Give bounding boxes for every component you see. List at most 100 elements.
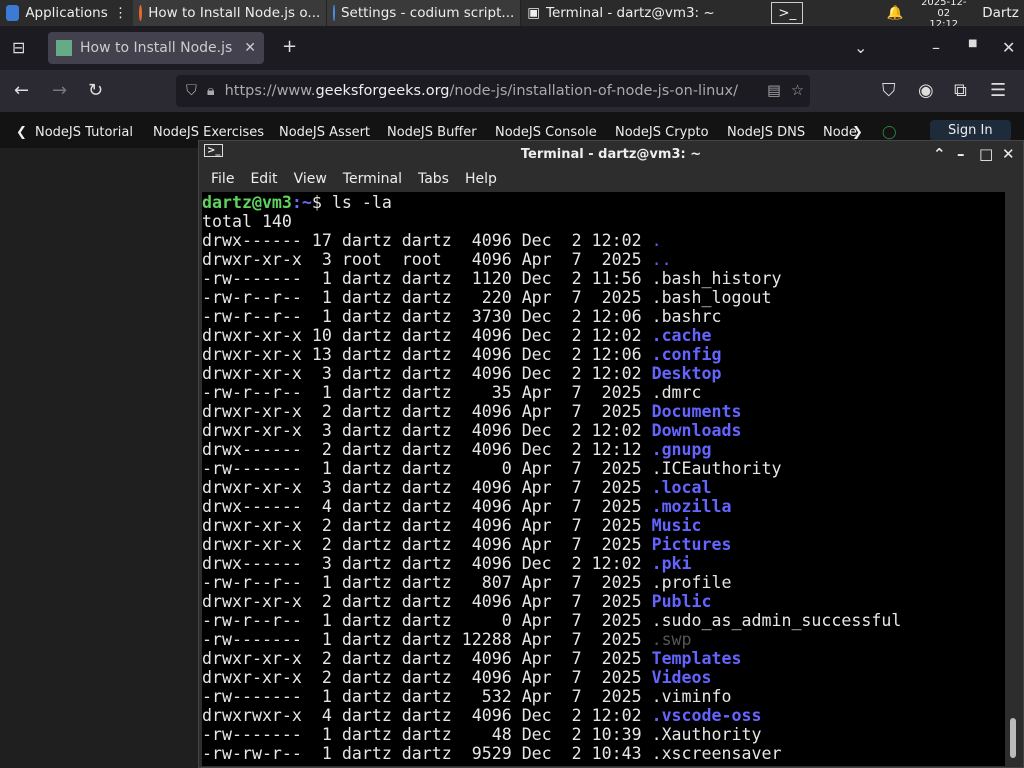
close-tab-icon[interactable]: ✕	[244, 40, 256, 56]
listing-row: drwxr-xr-x 3 dartz dartz 4096 Apr 7 2025…	[202, 478, 1005, 497]
pocket-icon[interactable]: ⛉	[882, 80, 896, 101]
file-attributes: -rw-r--r-- 1 dartz dartz 807 Apr 7 2025	[202, 573, 652, 592]
listing-row: drwxr-xr-x 10 dartz dartz 4096 Dec 2 12:…	[202, 326, 1005, 345]
file-name: .cache	[651, 326, 712, 345]
applications-label: Applications	[25, 5, 108, 21]
terminal-titlebar[interactable]: >_ Terminal - dartz@vm3: ~ ⌃ – □ ✕	[199, 141, 1023, 167]
site-nav-link[interactable]: NodeJS Tutorial	[35, 125, 133, 140]
tab-list-icon[interactable]: ⊟	[12, 38, 25, 57]
terminal-window: >_ Terminal - dartz@vm3: ~ ⌃ – □ ✕ File …	[198, 140, 1024, 768]
menu-view[interactable]: View	[286, 171, 335, 187]
file-attributes: drwx------ 17 dartz dartz 4096 Dec 2 12:…	[202, 231, 652, 250]
listing-row: -rw-r--r-- 1 dartz dartz 35 Apr 7 2025 .…	[202, 383, 1005, 402]
command: ls -la	[331, 193, 392, 212]
url-bar[interactable]: ⛉ 🔒︎ https://www.geeksforgeeks.org/node-js…	[176, 75, 810, 107]
prompt-user: dartz@vm3	[202, 193, 292, 212]
extensions-icon[interactable]: ⧉	[954, 80, 967, 101]
file-attributes: drwx------ 3 dartz dartz 4096 Dec 2 12:0…	[202, 554, 652, 573]
shade-icon[interactable]: ⌃	[933, 145, 946, 163]
file-attributes: drwxr-xr-x 2 dartz dartz 4096 Apr 7 2025	[202, 516, 652, 535]
terminal-output[interactable]: dartz@vm3:~$ ls -la total 140 drwx------ 1…	[202, 192, 1005, 766]
listing-row: drwxr-xr-x 3 root root 4096 Apr 7 2025 .…	[202, 250, 1005, 269]
browser-tab-bar: ⊟ How to Install Node.js or ✕ + ⌄ – ■ ✕	[0, 26, 1024, 70]
site-nav-link[interactable]: NodeJS Console	[495, 125, 597, 140]
close-icon[interactable]: ✕	[1002, 145, 1015, 163]
forward-icon[interactable]: →	[52, 80, 67, 101]
site-nav-link[interactable]: NodeJS DNS	[727, 125, 805, 140]
listing-row: -rw-r--r-- 1 dartz dartz 807 Apr 7 2025 …	[202, 573, 1005, 592]
menu-tabs[interactable]: Tabs	[410, 171, 457, 187]
menu-help[interactable]: Help	[457, 171, 505, 187]
menu-icon[interactable]: ☰	[990, 80, 1006, 101]
applications-menu[interactable]: Applications ⋮	[0, 0, 133, 26]
taskbar-window-terminal[interactable]: ▣ Terminal - dartz@vm3: ~	[521, 0, 717, 26]
file-name: Music	[651, 516, 702, 535]
reader-view-icon[interactable]: ▤	[767, 83, 781, 99]
browser-tab[interactable]: How to Install Node.js or ✕	[48, 32, 264, 64]
file-name: .bashrc	[651, 307, 722, 326]
file-name: .bash_logout	[651, 288, 772, 307]
sign-in-button[interactable]: Sign In	[930, 120, 1011, 141]
close-window-icon[interactable]: ✕	[1002, 38, 1015, 57]
taskbar: Applications ⋮ How to Install Node.js o.…	[0, 0, 1024, 30]
listing-row: -rw-rw-r-- 1 dartz dartz 9529 Dec 2 10:4…	[202, 744, 1005, 763]
menu-edit[interactable]: Edit	[242, 171, 285, 187]
file-name: ..	[651, 250, 672, 269]
prompt-symbol: $	[311, 193, 332, 212]
listing-row: -rw-r--r-- 1 dartz dartz 220 Apr 7 2025 …	[202, 288, 1005, 307]
account-icon[interactable]: ◉	[918, 80, 934, 101]
lock-icon: 🔒︎	[206, 83, 215, 99]
gfg-favicon-icon	[56, 40, 72, 56]
menu-terminal[interactable]: Terminal	[335, 171, 410, 187]
file-name: .swp	[651, 630, 692, 649]
taskbar-window-codium[interactable]: Settings - codium script...	[327, 0, 522, 26]
listing-row: drwxr-xr-x 2 dartz dartz 4096 Apr 7 2025…	[202, 516, 1005, 535]
file-attributes: -rw-r--r-- 1 dartz dartz 0 Apr 7 2025	[202, 611, 652, 630]
file-attributes: drwx------ 4 dartz dartz 4096 Apr 7 2025	[202, 497, 652, 516]
new-tab-icon[interactable]: +	[282, 36, 297, 57]
bookmark-star-icon[interactable]: ☆	[791, 83, 804, 99]
minimize-icon[interactable]: –	[932, 38, 940, 57]
file-attributes: -rw------- 1 dartz dartz 12288 Apr 7 202…	[202, 630, 652, 649]
site-nav-link[interactable]: NodeJS Crypto	[615, 125, 709, 140]
search-icon[interactable]: ◯	[882, 125, 897, 140]
file-attributes: drwxr-xr-x 2 dartz dartz 4096 Apr 7 2025	[202, 649, 652, 668]
site-nav-link[interactable]: NodeJS Exercises	[153, 125, 264, 140]
chevron-right-icon[interactable]: ❯	[852, 125, 863, 140]
file-attributes: -rw------- 1 dartz dartz 532 Apr 7 2025	[202, 687, 652, 706]
file-attributes: drwxr-xr-x 2 dartz dartz 4096 Apr 7 2025	[202, 535, 652, 554]
listing-row: drwxrwxr-x 4 dartz dartz 4096 Dec 2 12:0…	[202, 706, 1005, 725]
taskbar-window-firefox[interactable]: How to Install Node.js o...	[133, 0, 328, 26]
site-nav-link[interactable]: NodeJS Assert	[279, 125, 370, 140]
file-attributes: drwxr-xr-x 3 dartz dartz 4096 Apr 7 2025	[202, 478, 652, 497]
user-menu[interactable]: Dartz	[976, 0, 1024, 26]
chevron-left-icon[interactable]: ❮	[16, 125, 27, 140]
listing-row: -rw------- 1 dartz dartz 48 Dec 2 10:39 …	[202, 725, 1005, 744]
listing-row: drwxr-xr-x 2 dartz dartz 4096 Apr 7 2025…	[202, 649, 1005, 668]
notification-bell-icon[interactable]: 🔔	[881, 0, 909, 26]
menu-file[interactable]: File	[203, 171, 242, 187]
listing-row: drwxr-xr-x 2 dartz dartz 4096 Apr 7 2025…	[202, 592, 1005, 611]
maximize-icon[interactable]: ■	[968, 38, 977, 49]
file-name: .sudo_as_admin_successful	[651, 611, 902, 630]
minimize-icon[interactable]: –	[957, 145, 965, 163]
listing-row: drwxr-xr-x 13 dartz dartz 4096 Dec 2 12:…	[202, 345, 1005, 364]
date: 2025-12-02	[921, 0, 967, 19]
file-name: Desktop	[651, 364, 722, 383]
maximize-icon[interactable]: □	[979, 145, 993, 163]
shield-icon: ⛉	[186, 83, 197, 99]
back-icon[interactable]: ←	[14, 80, 29, 101]
file-name: .pki	[651, 554, 692, 573]
file-attributes: drwxr-xr-x 2 dartz dartz 4096 Apr 7 2025	[202, 668, 652, 687]
scrollbar[interactable]	[1005, 192, 1021, 766]
site-nav-link[interactable]: NodeJS Buffer	[387, 125, 477, 140]
reload-icon[interactable]: ↻	[88, 80, 103, 101]
listing-row: drwxr-xr-x 3 dartz dartz 4096 Dec 2 12:0…	[202, 421, 1005, 440]
terminal-menubar: File Edit View Terminal Tabs Help	[199, 167, 1023, 191]
listing-row: -rw------- 1 dartz dartz 0 Apr 7 2025 .I…	[202, 459, 1005, 478]
file-attributes: drwxr-xr-x 3 dartz dartz 4096 Dec 2 12:0…	[202, 421, 652, 440]
chevron-down-icon[interactable]: ⌄	[854, 38, 867, 57]
window-label: Terminal - dartz@vm3: ~	[546, 5, 715, 21]
scrollbar-thumb[interactable]	[1010, 718, 1016, 758]
terminal-launcher-icon[interactable]: >_	[771, 2, 803, 24]
